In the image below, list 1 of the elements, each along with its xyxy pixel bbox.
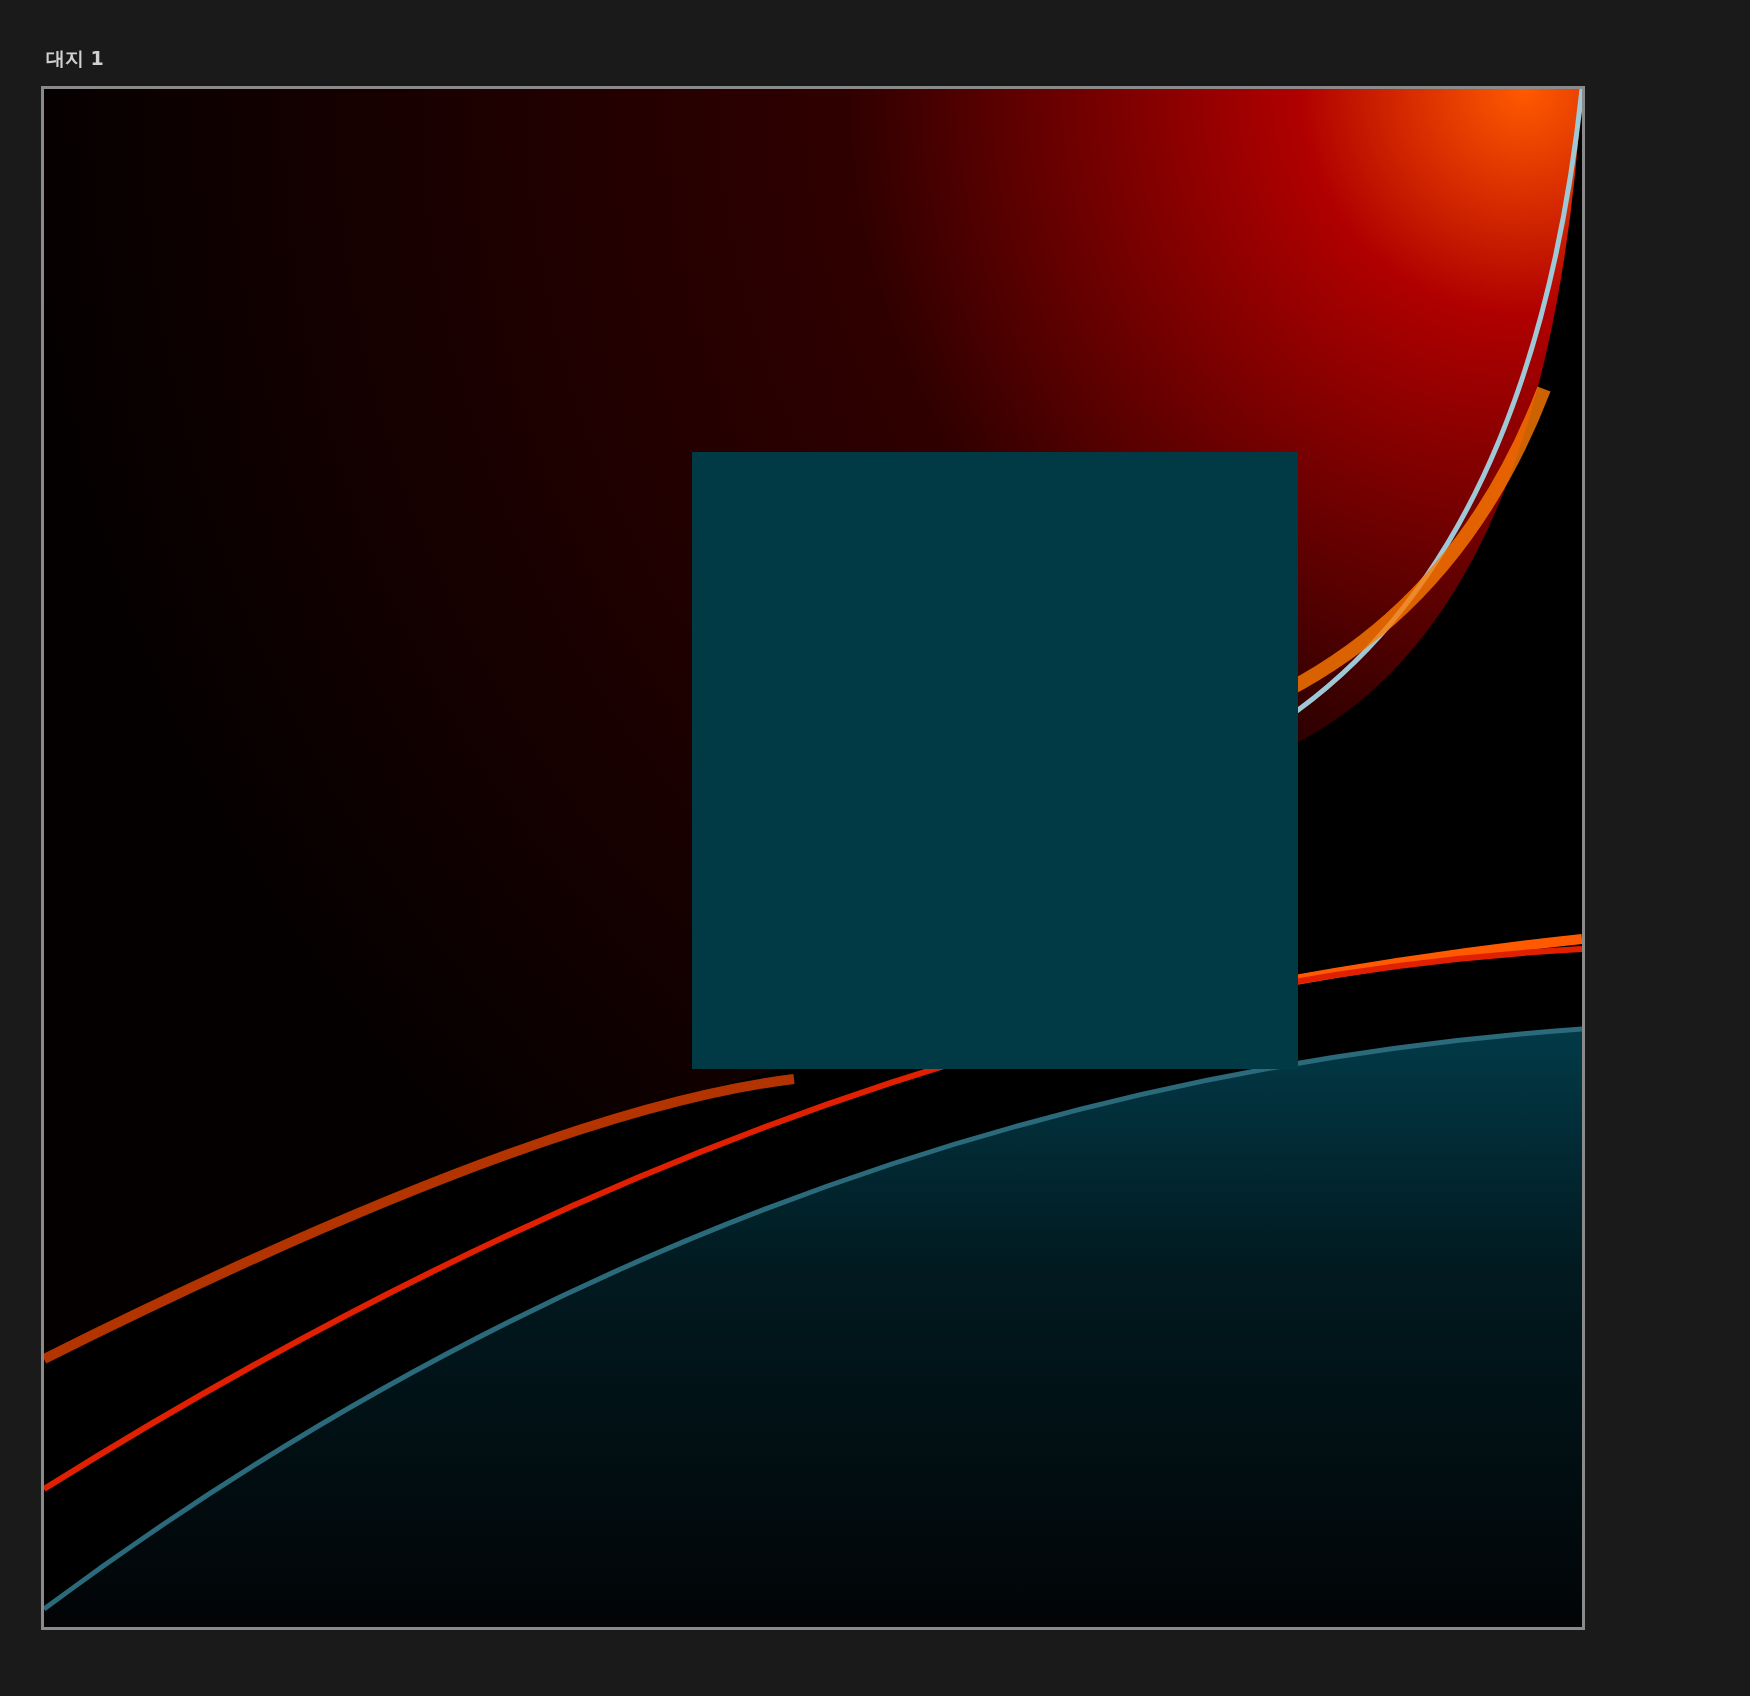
artboard-label: 대지 1 xyxy=(45,46,104,71)
